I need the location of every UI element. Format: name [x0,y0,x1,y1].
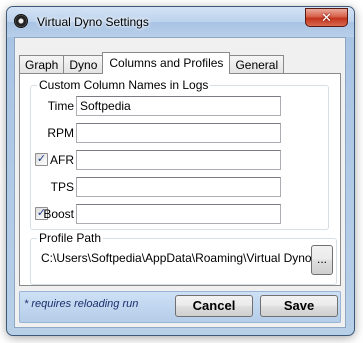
dialog-client-area: Graph Dyno Columns and Profiles General … [14,37,346,328]
tab-graph[interactable]: Graph [19,55,65,74]
boost-column-input[interactable] [76,204,281,224]
tps-column-input[interactable] [76,177,281,197]
settings-dialog: Virtual Dyno Settings ✕ Graph Dyno Colum… [6,6,355,336]
afr-label: AFR [50,153,74,167]
time-label: Time [47,99,74,113]
tab-columns-and-profiles[interactable]: Columns and Profiles [102,52,231,74]
custom-column-names-legend: Custom Column Names in Logs [37,78,211,92]
time-column-input[interactable]: Softpedia [76,96,281,116]
profile-path-group: Profile Path C:\Users\Softpedia\AppData\… [30,231,337,285]
title-bar[interactable]: Virtual Dyno Settings ✕ [7,7,354,37]
column-row-time: Time Softpedia [31,96,328,116]
close-button[interactable]: ✕ [305,8,348,27]
reload-note: * requires reloading run [24,298,139,310]
column-row-rpm: RPM [31,123,328,143]
app-icon [14,14,28,28]
column-row-boost: ✓ Boost [31,204,328,224]
close-icon: ✕ [321,9,332,25]
column-row-afr: ✓ AFR [31,150,328,170]
column-row-tps: TPS [31,177,328,197]
tab-dyno[interactable]: Dyno [63,55,104,74]
afr-column-input[interactable] [76,150,281,170]
rpm-column-input[interactable] [76,123,281,143]
footer-panel: * requires reloading run Cancel Save [19,291,341,323]
boost-label: Boost [43,207,74,221]
tab-panel-columns-and-profiles: Custom Column Names in Logs Time Softped… [19,73,341,286]
profile-path-legend: Profile Path [37,231,104,245]
rpm-label: RPM [47,126,74,140]
tab-strip: Graph Dyno Columns and Profiles General [19,52,285,74]
profile-path-value: C:\Users\Softpedia\AppData\Roaming\Virtu… [41,251,312,265]
save-button[interactable]: Save [260,295,338,317]
cancel-button[interactable]: Cancel [175,295,253,317]
afr-checkbox[interactable]: ✓ [35,153,48,166]
tab-general[interactable]: General [229,55,285,74]
custom-column-names-group: Custom Column Names in Logs Time Softped… [30,78,329,230]
tps-label: TPS [50,180,74,194]
browse-button[interactable]: ... [311,245,333,275]
window-title: Virtual Dyno Settings [37,15,149,29]
checkmark-icon: ✓ [36,153,47,165]
